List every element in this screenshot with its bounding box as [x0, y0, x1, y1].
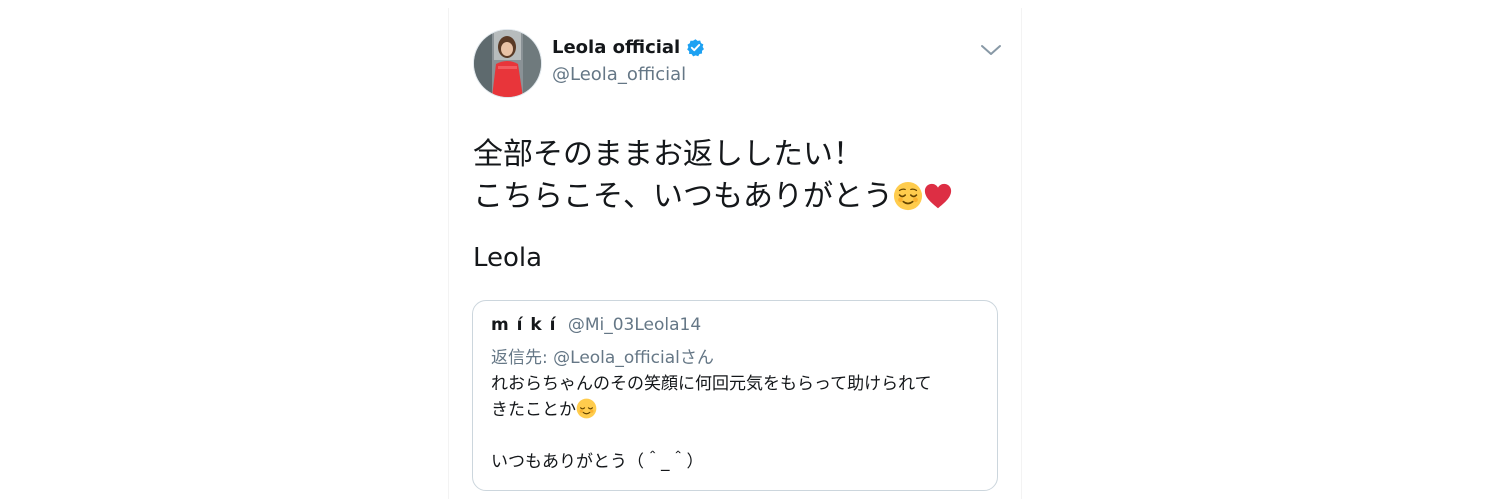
quoted-reply-to: 返信先: @Leola_officialさん — [491, 343, 714, 368]
verified-badge-icon — [687, 39, 705, 57]
avatar[interactable] — [473, 29, 542, 98]
tweet-text-line-2: こちらこそ、いつもありがとう — [473, 176, 1003, 218]
tweet-text: 全部そのままお返ししたい！ こちらこそ、いつもありがとう — [473, 134, 1003, 218]
avatar-photo — [474, 30, 541, 97]
relieved-face-emoji-small-icon — [576, 398, 597, 419]
tweet-text-line-1: 全部そのままお返ししたい！ — [473, 137, 863, 172]
author-name-text: Leola official — [552, 37, 681, 58]
tweet-text-line-2-text: こちらこそ、いつもありがとう — [473, 179, 893, 214]
relieved-face-emoji-icon — [893, 181, 923, 211]
red-heart-emoji-icon — [924, 183, 952, 209]
quoted-author-name[interactable]: m í k í — [491, 315, 556, 335]
quoted-text-line-2: きたことか — [491, 397, 986, 423]
quoted-text-line-4: いつもありがとう（＾_＾） — [491, 452, 704, 472]
reply-suffix: さん — [679, 348, 714, 368]
author-display-name[interactable]: Leola official — [552, 37, 705, 58]
quoted-tweet-header: m í k í @Mi_03Leola14 — [491, 315, 701, 335]
quoted-text-line-1: れおらちゃんのその笑顔に何回元気をもらって助けられて — [491, 374, 932, 394]
chevron-down-icon[interactable] — [979, 42, 1003, 58]
tweet-signature: Leola — [473, 243, 543, 273]
reply-prefix: 返信先: — [491, 348, 554, 368]
quoted-text-line-3 — [491, 423, 986, 449]
reply-handle-link[interactable]: @Leola_official — [553, 348, 680, 368]
author-handle[interactable]: @Leola_official — [552, 64, 686, 85]
quoted-author-handle[interactable]: @Mi_03Leola14 — [568, 315, 701, 335]
quoted-text-line-2-text: きたことか — [491, 400, 576, 420]
quoted-tweet-text: れおらちゃんのその笑顔に何回元気をもらって助けられて きたことか いつもありがと… — [491, 371, 986, 475]
tweet-card: Leola official @Leola_official 全部そのままお返し… — [448, 8, 1022, 499]
quoted-tweet-card[interactable]: m í k í @Mi_03Leola14 返信先: @Leola_offici… — [472, 300, 998, 491]
